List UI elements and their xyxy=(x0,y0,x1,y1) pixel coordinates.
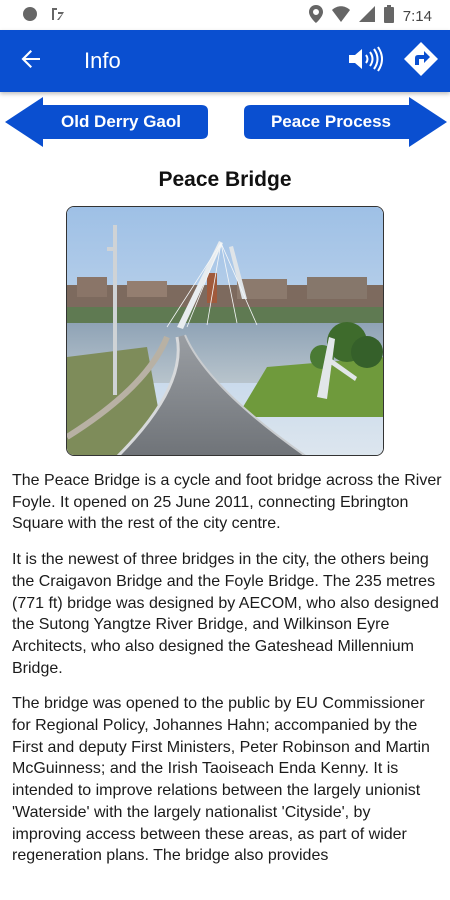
article-paragraph: The bridge was opened to the public by E… xyxy=(12,695,430,865)
circle-icon xyxy=(22,6,38,27)
previous-topic-label: Old Derry Gaol xyxy=(61,112,181,131)
back-arrow-icon xyxy=(20,48,42,75)
article-body: The Peace Bridge is a cycle and foot bri… xyxy=(12,470,442,881)
article-paragraph: It is the newest of three bridges in the… xyxy=(12,551,439,677)
sound-icon xyxy=(347,45,385,77)
bridge-illustration xyxy=(67,207,383,455)
app-bar: Info xyxy=(0,30,450,92)
peace-bridge-photo xyxy=(66,206,384,456)
signal-icon xyxy=(358,6,375,27)
directions-icon xyxy=(403,41,439,82)
page-title: Peace Bridge xyxy=(158,168,292,191)
directions-button[interactable] xyxy=(402,41,440,82)
location-icon xyxy=(308,5,323,28)
previous-topic-button[interactable]: Old Derry Gaol xyxy=(5,97,209,147)
next-topic-label: Peace Process xyxy=(270,112,392,131)
status-time: 7:14 xyxy=(402,8,432,25)
audio-button[interactable] xyxy=(346,44,386,78)
status-bar: 7:14 xyxy=(0,0,450,30)
notification-icon xyxy=(50,6,66,27)
app-title: Info xyxy=(84,48,121,73)
battery-icon xyxy=(383,5,394,28)
status-left xyxy=(22,6,66,27)
status-right: 7:14 xyxy=(308,5,432,28)
next-topic-button[interactable]: Peace Process xyxy=(243,97,447,147)
back-button[interactable] xyxy=(14,44,48,78)
article-paragraph: The Peace Bridge is a cycle and foot bri… xyxy=(12,472,442,533)
wifi-icon xyxy=(331,6,350,27)
